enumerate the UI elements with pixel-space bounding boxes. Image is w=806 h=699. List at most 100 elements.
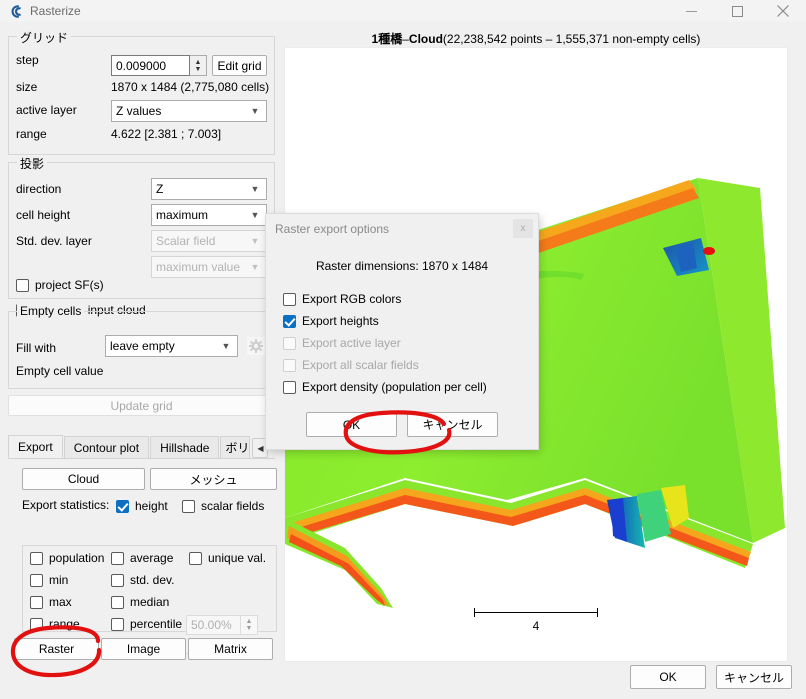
stat-min-label: min	[49, 573, 68, 587]
main-dialog-buttons: OK キャンセル	[630, 665, 792, 689]
stat-percentile-checkbox[interactable]: percentile	[111, 617, 182, 631]
view-title: 1種橋 – Cloud (22,238,542 points – 1,555,3…	[284, 30, 788, 47]
export-scalar-fields-checkbox[interactable]: scalar fields	[182, 499, 264, 513]
step-input[interactable]: 0.009000	[111, 55, 190, 76]
tab-hillshade[interactable]: Hillshade	[150, 436, 219, 458]
raster-dialog-close-icon[interactable]: x	[513, 219, 533, 238]
stat-population-checkbox[interactable]: population	[30, 551, 104, 565]
stat-min-box[interactable]	[30, 574, 43, 587]
stat-range-label: range	[49, 617, 80, 631]
percentile-input[interactable]: 50.00%	[186, 615, 241, 635]
stat-population-box[interactable]	[30, 552, 43, 565]
percentile-spinbox[interactable]: 50.00% ▲ ▼	[186, 615, 258, 635]
scale-bar-label: 4	[474, 619, 598, 633]
size-label: size	[16, 80, 37, 94]
step-label-row: step	[16, 53, 39, 67]
percentile-stepper[interactable]: ▲ ▼	[241, 615, 258, 635]
raster-dialog-titlebar: Raster export options	[266, 214, 538, 243]
main-ok-button[interactable]: OK	[630, 665, 706, 689]
view-title-entity: Cloud	[409, 32, 443, 46]
stat-std-dev-box[interactable]	[111, 574, 124, 587]
edit-grid-button[interactable]: Edit grid	[212, 55, 267, 76]
percentile-up-icon[interactable]: ▲	[246, 618, 253, 625]
tab-contour-plot[interactable]: Contour plot	[64, 436, 149, 458]
export-density-checkbox[interactable]: Export density (population per cell)	[283, 380, 487, 394]
scale-bar: 4	[474, 608, 598, 633]
export-cloud-button[interactable]: Cloud	[22, 468, 145, 490]
percentile-down-icon[interactable]: ▼	[246, 625, 253, 632]
raster-button[interactable]: Raster	[14, 638, 99, 660]
fill-with-combobox[interactable]: leave empty ▼	[105, 335, 238, 357]
update-grid-button[interactable]: Update grid	[8, 395, 275, 416]
gear-icon[interactable]	[246, 336, 266, 356]
stat-range-checkbox[interactable]: range	[30, 617, 80, 631]
stat-std-dev-checkbox[interactable]: std. dev.	[111, 573, 174, 587]
tabstrip: Export Contour plot Hillshade ボリ ◀	[8, 436, 275, 459]
stat-median-box[interactable]	[111, 596, 124, 609]
tab-volume[interactable]: ボリ	[220, 436, 250, 458]
close-icon[interactable]	[760, 0, 806, 22]
cell-height-label: cell height	[16, 208, 70, 222]
export-height-checkbox[interactable]: height	[116, 499, 168, 513]
stat-unique-val-box[interactable]	[189, 552, 202, 565]
stat-median-label: median	[130, 595, 169, 609]
export-mesh-button[interactable]: メッシュ	[150, 468, 277, 490]
step-spinbox[interactable]: 0.009000 ▲ ▼	[111, 55, 207, 76]
export-scalar-fields-checkbox-box[interactable]	[182, 500, 195, 513]
stat-unique-val-label: unique val.	[208, 551, 266, 565]
export-all-scalar-fields-checkbox: Export all scalar fields	[283, 358, 419, 372]
export-rgb-colors-box[interactable]	[283, 293, 296, 306]
active-layer-value: Z values	[116, 104, 248, 118]
export-rgb-colors-checkbox[interactable]: Export RGB colors	[283, 292, 401, 306]
image-button[interactable]: Image	[101, 638, 186, 660]
stat-unique-val-checkbox[interactable]: unique val.	[189, 551, 266, 565]
step-label: step	[16, 53, 39, 67]
tab-export[interactable]: Export	[8, 435, 63, 458]
stat-max-label: max	[49, 595, 72, 609]
std-dev-layer-combobox: Scalar field ▼	[151, 230, 267, 252]
stat-average-label: average	[130, 551, 173, 565]
stat-max-box[interactable]	[30, 596, 43, 609]
step-up-icon[interactable]: ▲	[195, 59, 202, 66]
direction-value: Z	[156, 182, 248, 196]
export-heights-checkbox[interactable]: Export heights	[283, 314, 379, 328]
fill-with-label: Fill with	[16, 341, 56, 355]
stat-percentile-box[interactable]	[111, 618, 124, 631]
grid-group-title: グリッド	[17, 29, 71, 46]
active-layer-combobox[interactable]: Z values ▼	[111, 100, 267, 122]
stat-min-checkbox[interactable]: min	[30, 573, 68, 587]
project-sf-label: project SF(s)	[35, 278, 104, 292]
tab-volume-label: ボリ	[225, 439, 249, 456]
minimize-icon[interactable]	[668, 0, 714, 22]
project-sf-checkbox[interactable]: project SF(s)	[16, 278, 104, 292]
project-sf-checkbox-box[interactable]	[16, 279, 29, 292]
maximize-icon[interactable]	[714, 0, 760, 22]
direction-label-row: direction	[16, 182, 61, 196]
main-cancel-button[interactable]: キャンセル	[716, 665, 792, 689]
chevron-down-icon: ▼	[248, 262, 262, 272]
raster-dialog-ok-button[interactable]: OK	[306, 412, 397, 437]
fill-with-label-row: Fill with	[16, 341, 56, 355]
export-density-box[interactable]	[283, 381, 296, 394]
stat-max-checkbox[interactable]: max	[30, 595, 72, 609]
size-value: 1870 x 1484 (2,775,080 cells)	[111, 80, 269, 94]
direction-combobox[interactable]: Z ▼	[151, 178, 267, 200]
export-height-checkbox-box[interactable]	[116, 500, 129, 513]
export-heights-box[interactable]	[283, 315, 296, 328]
stat-std-dev-label: std. dev.	[130, 573, 174, 587]
stat-average-box[interactable]	[111, 552, 124, 565]
export-active-layer-checkbox: Export active layer	[283, 336, 401, 350]
stat-range-box[interactable]	[30, 618, 43, 631]
stat-average-checkbox[interactable]: average	[111, 551, 173, 565]
matrix-button[interactable]: Matrix	[188, 638, 273, 660]
stat-median-checkbox[interactable]: median	[111, 595, 169, 609]
window-title: Rasterize	[30, 4, 81, 18]
size-label-row: size	[16, 80, 37, 94]
raster-dialog-cancel-button[interactable]: キャンセル	[407, 412, 498, 437]
step-stepper[interactable]: ▲ ▼	[190, 55, 207, 76]
tab-hillshade-label: Hillshade	[160, 441, 209, 455]
view-title-info: (22,238,542 points – 1,555,371 non-empty…	[443, 32, 701, 46]
step-down-icon[interactable]: ▼	[195, 66, 202, 73]
std-dev-layer-label: Std. dev. layer	[16, 234, 92, 248]
cell-height-combobox[interactable]: maximum ▼	[151, 204, 267, 226]
